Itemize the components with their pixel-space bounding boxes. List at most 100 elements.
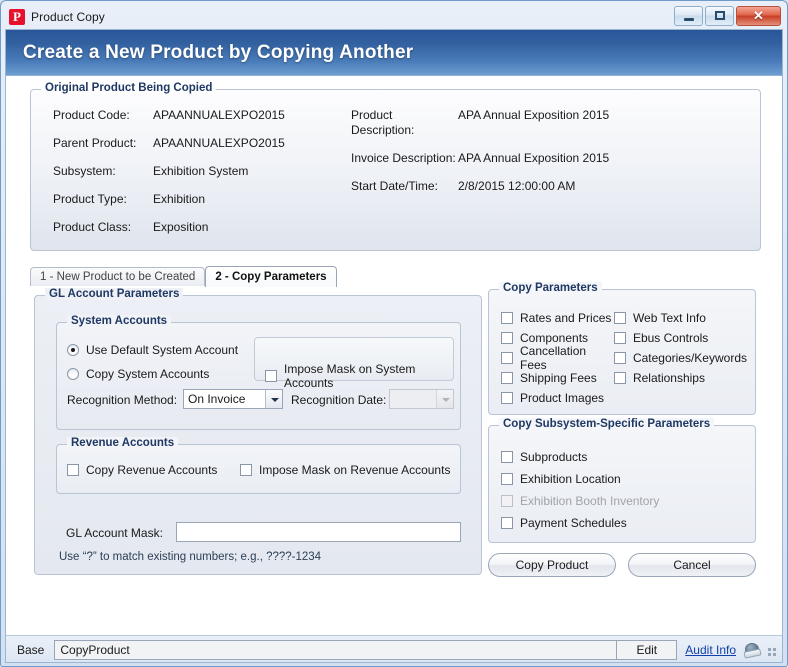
checkbox-icon: [613, 352, 626, 364]
copy-parameters-checkbox-grid: Rates and Prices Components Cancellation…: [501, 308, 747, 408]
original-product-left-column: Product Code: APAANNUALEXPO2015 Parent P…: [53, 108, 373, 248]
checkbox-shipping-fees[interactable]: Shipping Fees: [501, 368, 614, 388]
recognition-method-label: Recognition Method:: [67, 393, 178, 407]
checkbox-copy-revenue-accounts[interactable]: Copy Revenue Accounts: [67, 463, 217, 477]
recognition-method-value: On Invoice: [188, 392, 246, 406]
copy-parameters-legend: Copy Parameters: [499, 282, 602, 294]
minimize-button[interactable]: [674, 6, 703, 26]
copy-parameters-column-a: Rates and Prices Components Cancellation…: [501, 308, 614, 408]
subsystem-parameters-list: Subproducts Exhibition Location Exhibiti…: [501, 446, 659, 534]
checkbox-ebus-controls[interactable]: Ebus Controls: [613, 328, 747, 348]
tab-copy-parameters[interactable]: 2 - Copy Parameters: [205, 266, 337, 287]
recognition-method-combo[interactable]: On Invoice: [183, 389, 283, 409]
checkbox-relationships[interactable]: Relationships: [613, 368, 747, 388]
revenue-accounts-groupbox: Revenue Accounts Copy Revenue Accounts I…: [56, 437, 461, 494]
checkbox-icon: [501, 473, 513, 485]
radio-copy-system-accounts[interactable]: Copy System Accounts: [67, 367, 209, 381]
window-controls: ✕: [674, 6, 781, 26]
page-body: Original Product Being Copied Product Co…: [6, 76, 782, 662]
field-invoice-description: Invoice Description: APA Annual Expositi…: [351, 151, 751, 166]
checkbox-categories-keywords[interactable]: Categories/Keywords: [613, 348, 747, 368]
radio-use-default-system-account[interactable]: Use Default System Account: [67, 343, 238, 357]
revenue-accounts-legend: Revenue Accounts: [67, 437, 179, 449]
product-copy-window: Product Copy ✕ Create a New Product by C…: [0, 0, 788, 667]
checkbox-cancellation-fees[interactable]: Cancellation Fees: [501, 344, 614, 372]
checkbox-label: Product Images: [520, 391, 605, 405]
tab-new-product[interactable]: 1 - New Product to be Created: [30, 267, 206, 286]
field-label: Parent Product:: [53, 136, 137, 150]
checkbox-label: Exhibition Booth Inventory: [520, 494, 660, 508]
gl-account-mask-hint: Use “?” to match existing numbers; e.g.,…: [59, 551, 322, 563]
checkbox-label: Copy Revenue Accounts: [86, 463, 218, 477]
field-start-datetime: Start Date/Time: 2/8/2015 12:00:00 AM: [351, 179, 751, 194]
field-parent-product: Parent Product: APAANNUALEXPO2015: [53, 136, 373, 151]
field-value: APAANNUALEXPO2015: [153, 136, 285, 150]
gl-account-mask-label: GL Account Mask:: [66, 526, 163, 540]
field-product-description: Product Description: APA Annual Expositi…: [351, 108, 751, 138]
checkbox-web-text-info[interactable]: Web Text Info: [613, 308, 747, 328]
checkbox-exhibition-location[interactable]: Exhibition Location: [501, 468, 659, 490]
checkbox-rates-and-prices[interactable]: Rates and Prices: [501, 308, 614, 328]
copy-parameters-groupbox: Copy Parameters Rates and Prices Compone…: [488, 282, 756, 415]
checkbox-label: Impose Mask on System Accounts: [284, 362, 416, 390]
field-label: Product Code:: [53, 108, 130, 122]
gl-account-parameters-groupbox: GL Account Parameters System Accounts Us…: [34, 288, 482, 575]
statusbar: Base CopyProduct Edit Audit Info: [6, 635, 782, 662]
statusbar-edit-button[interactable]: Edit: [617, 639, 678, 660]
field-label: Product Description:: [351, 108, 415, 137]
gl-account-mask-input[interactable]: [176, 522, 461, 542]
cancel-button[interactable]: Cancel: [628, 553, 756, 577]
checkbox-icon: [501, 332, 513, 344]
field-value: APAANNUALEXPO2015: [153, 108, 285, 122]
checkbox-label: Rates and Prices: [520, 311, 612, 325]
impose-mask-system-container: Impose Mask on System Accounts: [254, 337, 454, 390]
dialog-action-buttons: Copy Product Cancel: [488, 553, 756, 577]
field-value: Exhibition: [153, 192, 206, 206]
tabstrip: 1 - New Product to be Created 2 - Copy P…: [30, 266, 337, 287]
radio-icon: [67, 344, 79, 356]
checkbox-icon: [240, 464, 252, 476]
checkbox-label: Impose Mask on Revenue Accounts: [259, 463, 451, 477]
field-product-code: Product Code: APAANNUALEXPO2015: [53, 108, 373, 123]
checkbox-impose-mask-revenue-accounts[interactable]: Impose Mask on Revenue Accounts: [240, 463, 450, 477]
checkbox-label: Relationships: [632, 371, 705, 385]
app-icon: [9, 9, 25, 25]
audit-info-link[interactable]: Audit Info: [677, 643, 744, 657]
checkbox-exhibition-booth-inventory: Exhibition Booth Inventory: [501, 490, 659, 512]
checkbox-subproducts[interactable]: Subproducts: [501, 446, 659, 468]
window-title: Product Copy: [31, 10, 105, 24]
checkbox-impose-mask-system-accounts[interactable]: Impose Mask on System Accounts: [265, 362, 453, 390]
gl-account-parameters-legend: GL Account Parameters: [45, 288, 184, 300]
checkbox-label: Web Text Info: [632, 311, 706, 325]
radio-label: Copy System Accounts: [86, 367, 210, 381]
radio-label: Use Default System Account: [86, 343, 239, 357]
system-accounts-legend: System Accounts: [67, 315, 172, 327]
maximize-icon: [715, 11, 725, 20]
field-label: Subsystem:: [53, 164, 116, 178]
statusbar-base-label: Base: [17, 642, 45, 657]
original-product-groupbox: Original Product Being Copied Product Co…: [30, 82, 761, 251]
checkbox-icon: [501, 392, 513, 404]
checkbox-product-images[interactable]: Product Images: [501, 388, 614, 408]
close-button[interactable]: ✕: [736, 6, 781, 26]
maximize-button[interactable]: [705, 6, 734, 26]
field-label: Start Date/Time:: [351, 179, 438, 193]
globe-icon[interactable]: [743, 641, 762, 659]
checkbox-icon: [67, 464, 79, 476]
checkbox-icon: [501, 312, 513, 324]
checkbox-icon: [501, 495, 513, 507]
checkbox-icon: [613, 372, 626, 384]
checkbox-icon: [613, 312, 626, 324]
statusbar-value-field[interactable]: CopyProduct: [54, 639, 618, 660]
copy-product-button[interactable]: Copy Product: [488, 553, 616, 577]
checkbox-label: Components: [520, 331, 589, 345]
checkbox-icon: [501, 352, 513, 364]
checkbox-icon: [501, 372, 513, 384]
field-value: Exposition: [153, 220, 209, 234]
checkbox-icon: [613, 332, 626, 344]
chevron-down-icon[interactable]: [265, 390, 282, 408]
checkbox-payment-schedules[interactable]: Payment Schedules: [501, 512, 659, 534]
field-label: Invoice Description:: [351, 151, 456, 165]
resize-grip-icon[interactable]: [768, 644, 780, 656]
recognition-date-label: Recognition Date:: [291, 393, 387, 407]
